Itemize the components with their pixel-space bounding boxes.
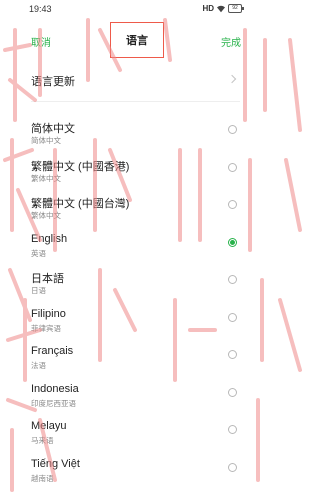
radio-icon[interactable] <box>228 425 237 434</box>
language-item[interactable]: 繁體中文 (中國香港) 繁体中文 <box>0 158 322 194</box>
radio-icon[interactable] <box>228 200 237 209</box>
language-update-row[interactable]: 语言更新 <box>0 62 322 100</box>
language-name: English <box>31 232 68 245</box>
language-item[interactable]: Français 法语 <box>0 345 322 381</box>
radio-icon[interactable] <box>228 312 237 322</box>
navigation-bar: 取消 语言 完成 <box>0 18 322 62</box>
radio-icon[interactable] <box>228 350 237 359</box>
language-update-label: 语言更新 <box>31 76 75 88</box>
language-subtitle: 法语 <box>31 361 46 370</box>
radio-icon[interactable] <box>228 387 237 397</box>
language-name: Tiếng Việt <box>31 457 80 470</box>
language-name: Français <box>31 345 74 357</box>
language-name: 繁體中文 (中國台灣) <box>31 198 130 210</box>
language-subtitle: 越南语 <box>31 473 54 483</box>
done-button[interactable]: 完成 <box>221 34 241 49</box>
chevron-right-icon <box>227 74 237 84</box>
wifi-icon <box>217 5 225 12</box>
page-title: 语言 <box>110 22 164 58</box>
cancel-button[interactable]: 取消 <box>31 34 51 49</box>
language-name: Indonesia <box>31 382 79 395</box>
language-item[interactable]: Indonesia 印度尼西亚语 <box>0 383 322 419</box>
language-subtitle: 繁体中文 <box>31 211 61 220</box>
language-subtitle: 日语 <box>31 286 46 295</box>
language-item[interactable]: 日本語 日语 <box>0 270 322 306</box>
language-subtitle: 印度尼西亚语 <box>31 398 76 408</box>
battery-icon: 92 <box>228 4 244 13</box>
status-icons: HD 92 <box>202 4 244 13</box>
language-item[interactable]: 繁體中文 (中國台灣) 繁体中文 <box>0 195 322 231</box>
hd-icon: HD <box>202 4 214 13</box>
language-name: 简体中文 <box>31 123 75 135</box>
language-subtitle: 繁体中文 <box>31 173 61 183</box>
divider <box>31 101 240 102</box>
radio-icon[interactable] <box>228 275 237 284</box>
language-subtitle: 马来语 <box>31 436 54 445</box>
language-subtitle: 英语 <box>31 248 46 258</box>
language-subtitle: 菲律宾语 <box>31 323 61 333</box>
language-name: Melayu <box>31 420 67 432</box>
radio-icon[interactable] <box>228 125 237 134</box>
language-item[interactable]: Filipino 菲律宾语 <box>0 308 322 344</box>
status-time: 19:43 <box>29 4 52 14</box>
radio-selected-icon[interactable] <box>228 237 237 247</box>
radio-icon[interactable] <box>228 462 237 472</box>
language-item[interactable]: Melayu 马来语 <box>0 420 322 456</box>
language-name: 日本語 <box>31 273 64 285</box>
language-name: 繁體中文 (中國香港) <box>31 160 130 173</box>
language-item[interactable]: Tiếng Việt 越南语 <box>0 458 322 494</box>
page-title-text: 语言 <box>126 35 148 47</box>
battery-level: 92 <box>232 5 238 11</box>
language-item[interactable]: English 英语 <box>0 233 322 269</box>
status-bar: 19:43 HD 92 <box>0 0 322 18</box>
radio-icon[interactable] <box>228 162 237 172</box>
language-item[interactable]: 简体中文 简体中文 <box>0 120 322 156</box>
language-subtitle: 简体中文 <box>31 136 61 145</box>
language-name: Filipino <box>31 307 66 320</box>
